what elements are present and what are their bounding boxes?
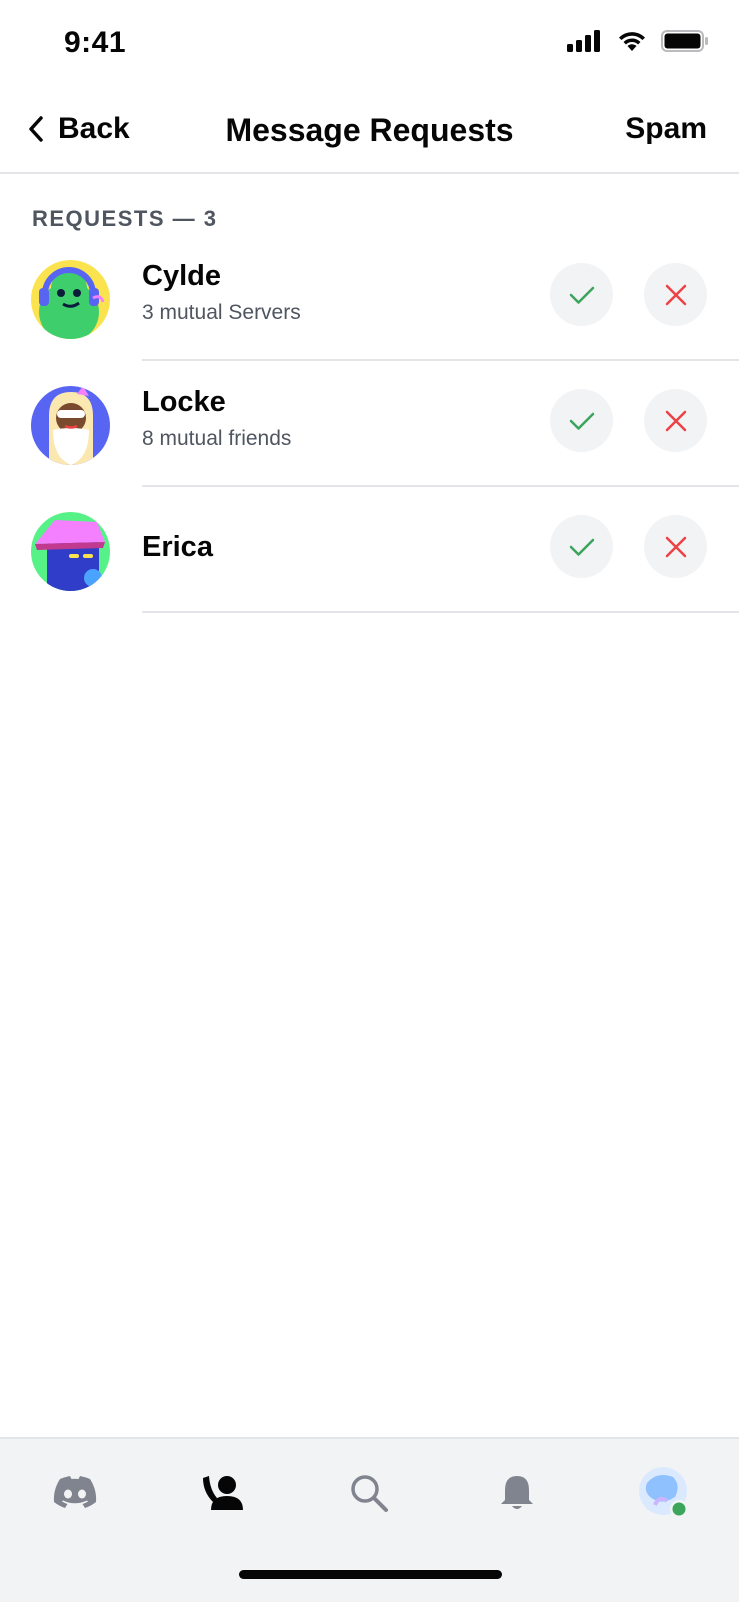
wifi-icon	[619, 32, 645, 51]
request-info: Erica	[142, 531, 213, 564]
request-name: Cylde	[142, 260, 221, 292]
tab-profile[interactable]	[635, 1463, 695, 1523]
tab-notifications[interactable]	[487, 1463, 547, 1523]
bell-icon	[501, 1476, 533, 1509]
request-info: Cylde 3 mutual Servers	[142, 260, 301, 325]
avatar-image	[31, 386, 110, 465]
checkmark-icon	[569, 538, 594, 556]
user-avatar[interactable]	[31, 512, 110, 591]
status-icons	[567, 30, 709, 52]
request-mutual-info: 3 mutual Servers	[142, 301, 301, 324]
tab-friends[interactable]	[193, 1463, 253, 1523]
tab-home[interactable]	[45, 1463, 105, 1523]
navigation-header: Back Message Requests Spam	[0, 90, 739, 174]
close-icon	[665, 536, 686, 557]
close-icon	[665, 410, 686, 431]
status-time: 9:41	[64, 26, 127, 59]
request-info: Locke 8 mutual friends	[142, 386, 291, 451]
search-icon	[351, 1475, 388, 1512]
discord-home-icon	[53, 1476, 97, 1508]
spam-button[interactable]: Spam	[625, 112, 707, 146]
request-row[interactable]: Cylde 3 mutual Servers	[0, 235, 739, 361]
close-icon	[665, 284, 686, 305]
accept-request-button[interactable]	[550, 389, 613, 452]
request-row[interactable]: Locke 8 mutual friends	[0, 361, 739, 487]
checkmark-icon	[569, 286, 594, 304]
decline-request-button[interactable]	[644, 389, 707, 452]
cellular-signal-icon	[567, 30, 600, 52]
accept-request-button[interactable]	[550, 515, 613, 578]
request-list: Cylde 3 mutual Servers Locke 8 mutual fr…	[0, 235, 739, 613]
accept-request-button[interactable]	[550, 263, 613, 326]
friends-icon	[203, 1476, 243, 1510]
avatar-image	[31, 260, 110, 339]
avatar-image	[31, 512, 110, 591]
profile-avatar	[639, 1467, 688, 1518]
request-row[interactable]: Erica	[0, 487, 739, 613]
tab-search[interactable]	[339, 1463, 399, 1523]
request-name: Locke	[142, 386, 226, 418]
user-avatar[interactable]	[31, 386, 110, 465]
home-indicator	[239, 1570, 502, 1579]
online-status-indicator	[672, 1502, 686, 1516]
request-mutual-info: 8 mutual friends	[142, 427, 292, 450]
decline-request-button[interactable]	[644, 515, 707, 578]
battery-icon	[661, 30, 708, 52]
status-bar: 9:41	[0, 0, 739, 90]
decline-request-button[interactable]	[644, 263, 707, 326]
user-avatar[interactable]	[31, 260, 110, 339]
checkmark-icon	[569, 412, 594, 430]
requests-section-header: REQUESTS — 3	[32, 206, 218, 231]
request-name: Erica	[142, 531, 213, 563]
row-divider	[142, 611, 739, 613]
